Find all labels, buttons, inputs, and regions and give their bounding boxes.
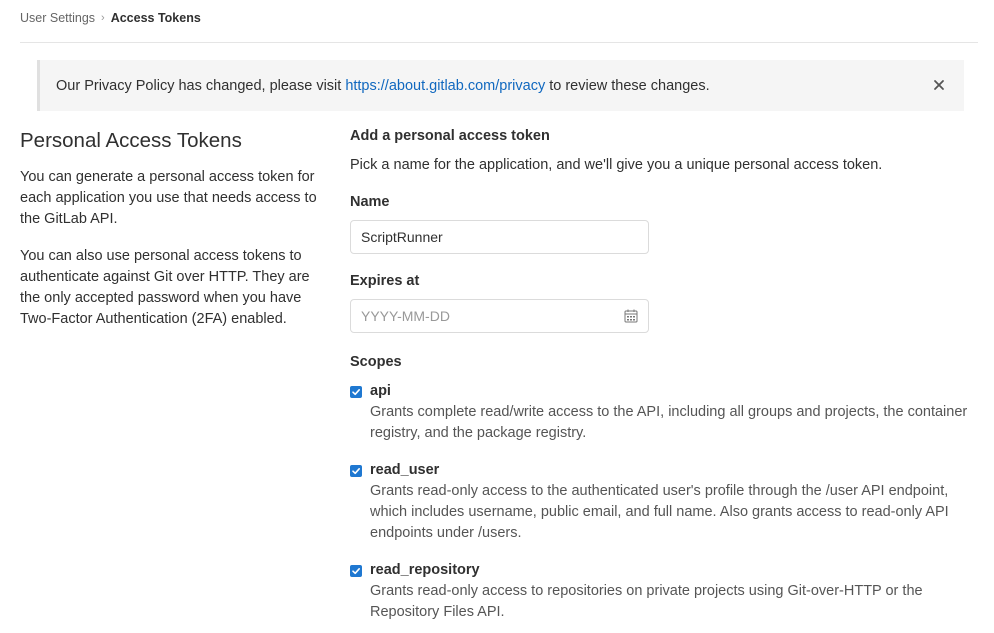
name-label: Name <box>350 194 390 210</box>
privacy-alert: Our Privacy Policy has changed, please v… <box>37 60 964 111</box>
scope-read-repository-description: Grants read-only access to repositories … <box>370 583 923 620</box>
privacy-link[interactable]: https://about.gitlab.com/privacy <box>345 78 545 94</box>
scope-api-description: Grants complete read/write access to the… <box>370 404 968 441</box>
breadcrumb-user-settings[interactable]: User Settings <box>20 11 95 25</box>
scope-read-repository: read_repository Grants read-only access … <box>350 560 978 623</box>
breadcrumb: User Settings › Access Tokens <box>20 11 201 25</box>
name-input[interactable]: ScriptRunner <box>350 220 649 254</box>
scopes-label: Scopes <box>350 354 402 370</box>
breadcrumb-access-tokens[interactable]: Access Tokens <box>111 11 201 25</box>
name-input-value: ScriptRunner <box>361 229 443 245</box>
expires-input-placeholder: YYYY-MM-DD <box>361 308 450 324</box>
alert-text-after: to review these changes. <box>549 77 710 94</box>
expires-label: Expires at <box>350 273 420 289</box>
scope-read-repository-name: read_repository <box>370 562 480 578</box>
intro-paragraph-1: You can generate a personal access token… <box>20 168 317 227</box>
intro-paragraph-2: You can also use personal access tokens … <box>20 247 310 327</box>
form-lead: Pick a name for the application, and we'… <box>350 157 883 173</box>
header-divider <box>20 42 978 43</box>
scope-api: api Grants complete read/write access to… <box>350 381 978 444</box>
token-form: Add a personal access token Pick a name … <box>350 126 978 623</box>
breadcrumb-separator: › <box>101 12 105 24</box>
form-heading: Add a personal access token <box>350 128 550 144</box>
close-icon[interactable] <box>932 78 946 92</box>
page-title: Personal Access Tokens <box>20 129 242 152</box>
alert-text-before: Our Privacy Policy has changed, please v… <box>56 77 342 94</box>
scope-read-user-description: Grants read-only access to the authentic… <box>370 483 949 541</box>
intro-column: Personal Access Tokens You can generate … <box>20 128 325 346</box>
scope-read-repository-checkbox[interactable] <box>350 565 362 577</box>
scope-read-user: read_user Grants read-only access to the… <box>350 460 978 544</box>
expires-input[interactable]: YYYY-MM-DD <box>350 299 649 333</box>
calendar-icon[interactable] <box>624 309 638 323</box>
scope-api-name: api <box>370 383 391 399</box>
scope-api-checkbox[interactable] <box>350 386 362 398</box>
scope-read-user-name: read_user <box>370 462 440 478</box>
scope-read-user-checkbox[interactable] <box>350 465 362 477</box>
